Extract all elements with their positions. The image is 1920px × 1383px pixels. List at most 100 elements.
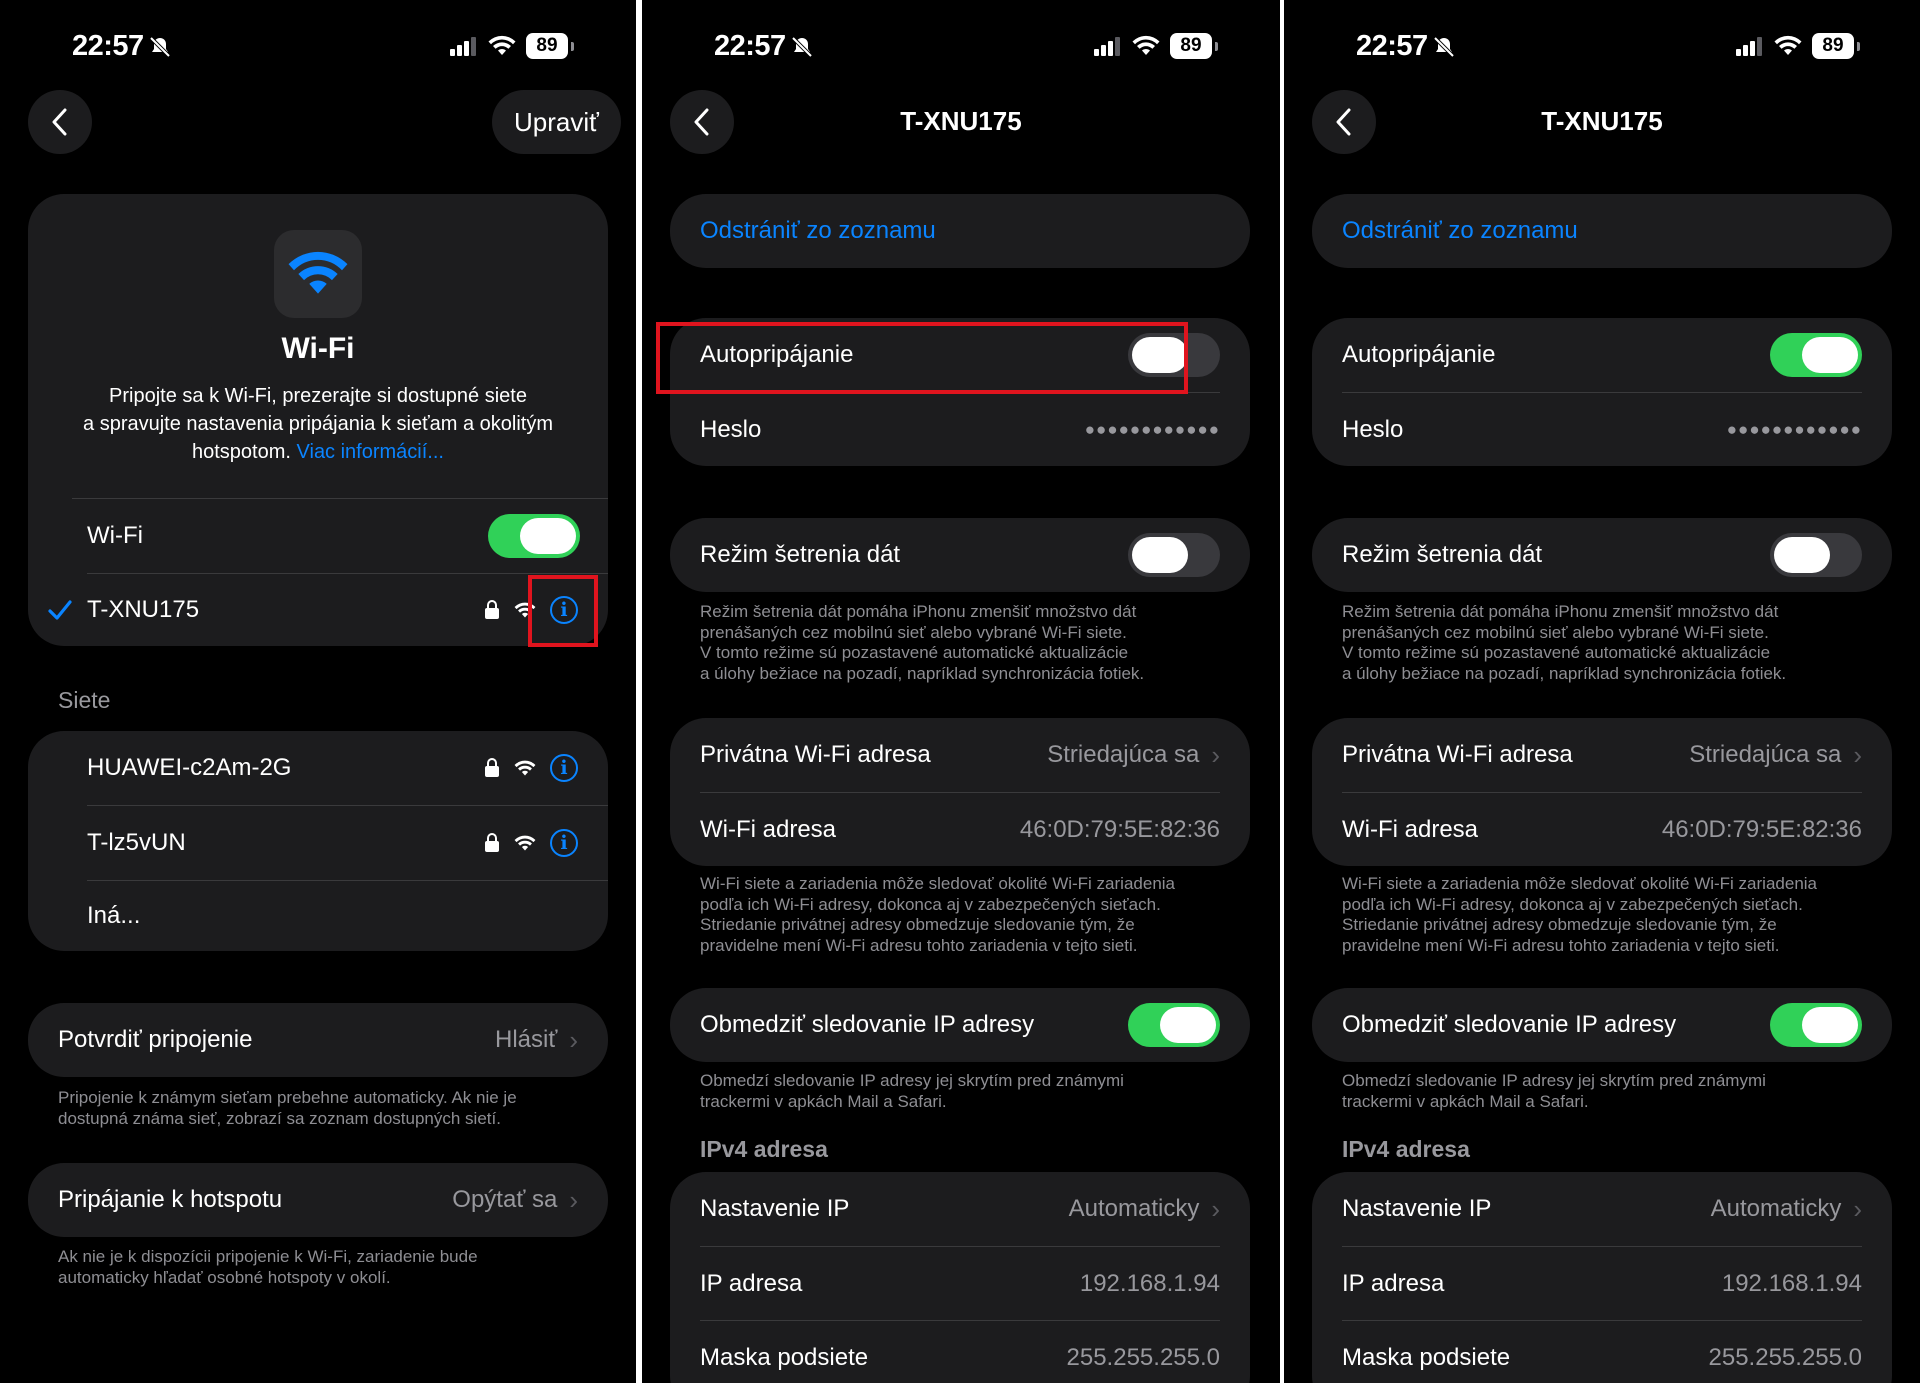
note-line: a úlohy bežiace na pozadí, napríklad syn… [1342,663,1787,683]
wifi-address-label: Wi-Fi adresa [1342,815,1479,843]
network-name: T-lz5vUN [87,829,186,856]
limit-ip-note: Obmedzí sledovanie IP adresy jej skrytím… [1342,1071,1766,1112]
lock-icon [485,600,499,619]
toggle-knob [1802,337,1858,373]
wifi-settings-screen: 22:57 89 Upraviť Wi-Fi Pripojte sa k Wi-… [0,0,636,1383]
wifi-address-value: 46:0D:79:5E:82:36 [1019,815,1220,843]
note-line: Pripojenie k známym sieťam prebehne auto… [58,1088,517,1107]
auto-join-toggle[interactable] [1770,333,1862,377]
back-button[interactable] [1312,90,1376,154]
forget-network-button[interactable]: Odstrániť zo zoznamu [670,194,1250,268]
chevron-right-icon: › [1211,739,1220,770]
hero-desc-text: hotspotom. [192,441,291,463]
low-data-toggle[interactable] [1770,533,1862,577]
configure-ip-label: Nastavenie IP [700,1195,850,1222]
network-row[interactable]: T-lz5vUN i [28,806,608,880]
chevron-right-icon: › [1853,739,1862,770]
password-row[interactable]: Heslo ●●●●●●●●●●●● [670,393,1250,466]
hero-desc-line: hotspotom. Viac informácií... [28,438,608,466]
ask-to-join-card[interactable]: Potvrdiť pripojenie Hlásiť › [28,1003,608,1077]
limit-ip-card: Obmedziť sledovanie IP adresy [1312,988,1892,1062]
note-line: a úlohy bežiace na pozadí, napríklad syn… [700,663,1145,683]
forget-network-card[interactable]: Odstrániť zo zoznamu [1312,194,1892,268]
subnet-mask-row: Maska podsiete 255.255.255.0 [1312,1321,1892,1383]
chevron-right-icon: › [569,1184,578,1215]
auto-join-card: Autopripájanie Heslo ●●●●●●●●●●●● [1312,318,1892,466]
ask-to-join-note: Pripojenie k známym sieťam prebehne auto… [58,1088,517,1129]
low-data-row: Režim šetrenia dát [670,518,1250,592]
cellular-signal-icon [450,37,476,56]
limit-ip-toggle[interactable] [1770,1003,1862,1047]
wifi-toggle-row: Wi-Fi [28,499,608,573]
cellular-signal-icon [1736,37,1762,56]
wifi-icon [288,251,348,294]
battery-indicator: 89 [1170,33,1218,59]
note-line: prenášaných cez mobilnú sieť alebo vybra… [700,622,1127,642]
private-address-row[interactable]: Privátna Wi-Fi adresa Striedajúca sa › [1312,718,1892,792]
note-line: Striedanie privátnej adresy obmedzuje sl… [700,915,1135,934]
other-network-label: Iná... [87,902,141,929]
bell-slash-icon [1433,36,1455,57]
ipv4-section-header: IPv4 adresa [700,1136,828,1162]
hotspot-card[interactable]: Pripájanie k hotspotu Opýtať sa › [28,1163,608,1237]
auto-join-row: Autopripájanie [1312,318,1892,392]
hotspot-label: Pripájanie k hotspotu [58,1186,283,1213]
hotspot-value: Opýtať sa [452,1186,558,1213]
subnet-mask-value: 255.255.255.0 [1066,1343,1220,1371]
note-line: pravidelne mení Wi-Fi adresu tohto zaria… [700,935,1138,955]
highlight-box [528,575,598,647]
status-bar-time: 22:57 [714,30,814,63]
ask-to-join-value: Hlásiť [494,1026,558,1053]
battery-level: 89 [1822,35,1844,56]
note-line: Wi-Fi siete a zariadenia môže sledovať o… [1342,874,1818,893]
ip-address-label: IP adresa [1342,1269,1445,1297]
wifi-status-icon [488,35,516,55]
networks-section-header: Siete [58,687,111,713]
forget-network-button[interactable]: Odstrániť zo zoznamu [1312,194,1892,268]
note-line: Striedanie privátnej adresy obmedzuje sl… [1342,915,1777,934]
wifi-hero-title: Wi-Fi [281,332,355,365]
cellular-signal-icon [1094,37,1120,56]
limit-ip-card: Obmedziť sledovanie IP adresy [670,988,1250,1062]
back-button[interactable] [28,90,92,154]
networks-list-card: HUAWEI-c2Am-2G i T-lz5vUN i Iná... [28,731,608,951]
back-button[interactable] [670,90,734,154]
connected-network-row[interactable]: T-XNU175 i [28,574,608,646]
private-address-row[interactable]: Privátna Wi-Fi adresa Striedajúca sa › [670,718,1250,792]
limit-ip-toggle[interactable] [1128,1003,1220,1047]
wifi-address-label: Wi-Fi adresa [700,815,837,843]
ip-address-row: IP adresa 192.168.1.94 [1312,1247,1892,1320]
private-address-value: Striedajúca sa [1689,741,1842,768]
more-info-link[interactable]: Viac informácií... [297,441,444,463]
forget-network-card[interactable]: Odstrániť zo zoznamu [670,194,1250,268]
private-address-label: Privátna Wi-Fi adresa [1342,741,1573,768]
subnet-mask-label: Maska podsiete [1342,1343,1511,1371]
edit-button[interactable]: Upraviť [492,90,621,154]
network-row[interactable]: HUAWEI-c2Am-2G i [28,731,608,805]
info-icon[interactable]: i [550,829,578,857]
note-line: dostupná známa sieť, zobrazí sa zoznam d… [58,1108,501,1128]
low-data-toggle[interactable] [1128,533,1220,577]
page-title: T-XNU175 [900,106,1022,136]
hotspot-row[interactable]: Pripájanie k hotspotu Opýtať sa › [28,1163,608,1237]
info-icon[interactable]: i [550,754,578,782]
note-line: trackermi v apkách Mail a Safari. [1342,1091,1589,1111]
ip-address-value: 192.168.1.94 [1721,1269,1862,1297]
low-data-card: Režim šetrenia dát [670,518,1250,592]
note-line: V tomto režime sú pozastavené automatick… [700,643,1129,662]
note-line: V tomto režime sú pozastavené automatick… [1342,643,1771,662]
ask-to-join-row[interactable]: Potvrdiť pripojenie Hlásiť › [28,1003,608,1077]
status-bar-time: 22:57 [1356,30,1456,63]
password-row[interactable]: Heslo ●●●●●●●●●●●● [1312,393,1892,466]
configure-ip-row[interactable]: Nastavenie IP Automaticky › [1312,1172,1892,1246]
wifi-signal-icon [514,760,536,775]
configure-ip-value: Automaticky [1068,1195,1200,1222]
note-line: automaticky hľadať osobné hotspoty v oko… [58,1267,391,1287]
other-network-row[interactable]: Iná... [28,881,608,951]
ip-address-row: IP adresa 192.168.1.94 [670,1247,1250,1320]
configure-ip-row[interactable]: Nastavenie IP Automaticky › [670,1172,1250,1246]
wifi-hero-description: Pripojte sa k Wi-Fi, prezerajte si dostu… [28,382,608,466]
time-text: 22:57 [714,30,786,62]
wifi-toggle[interactable] [488,514,580,558]
lock-icon [485,833,499,852]
